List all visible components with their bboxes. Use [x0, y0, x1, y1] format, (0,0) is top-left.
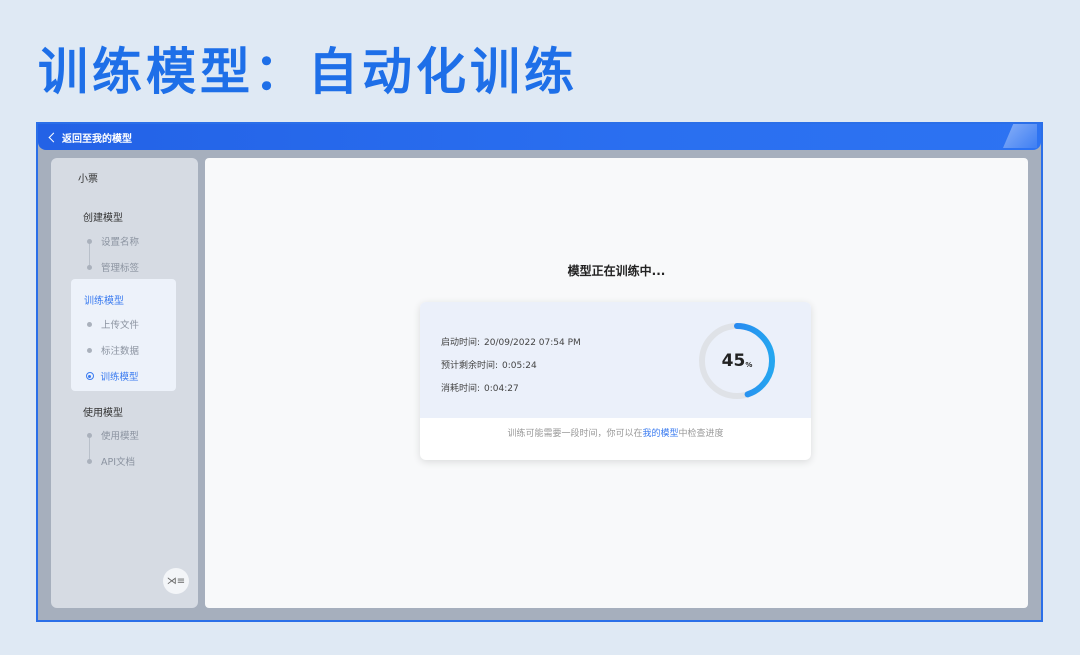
elapsed-value: 0:04:27 — [484, 384, 519, 394]
elapsed-label: 消耗时间: — [441, 384, 481, 394]
sidebar-item-label: 上传文件 — [101, 320, 140, 331]
sidebar-item-train-model[interactable]: 训练模型 — [85, 369, 139, 383]
sidebar-item-label: 训练模型 — [100, 372, 139, 383]
top-bar: 返回至我的模型 — [38, 124, 1041, 150]
elapsed-row: 消耗时间: 0:04:27 — [441, 381, 519, 394]
training-status-title: 模型正在训练中... — [567, 264, 666, 278]
step-dot-icon — [87, 347, 92, 353]
sidebar-group-train-model[interactable]: 训练模型 — [84, 292, 124, 307]
eta-row: 预计剩余时间: 0:05:24 — [441, 358, 537, 371]
sidebar-item-annotate-data[interactable]: 标注数据 — [87, 343, 139, 357]
sidebar-item-label: API文档 — [101, 457, 136, 468]
app-window: 返回至我的模型 小票 创建模型 设置名称 管理标签 训练模型 上传文件 标注数据 — [36, 122, 1043, 622]
back-label: 返回至我的模型 — [62, 133, 132, 145]
sidebar-item-label: 设置名称 — [101, 237, 140, 248]
start-time-label: 启动时间: — [441, 338, 481, 348]
note-text-after: 中检查进度 — [678, 429, 724, 439]
eta-label: 预计剩余时间: — [441, 361, 499, 371]
decorative-corner-shape — [1003, 124, 1037, 148]
sidebar-group-create-model[interactable]: 创建模型 — [83, 209, 123, 224]
step-dot-icon — [87, 238, 92, 244]
sidebar-active-section: 训练模型 上传文件 标注数据 训练模型 — [71, 279, 176, 391]
note-text-before: 训练可能需要一段时间，你可以在 — [507, 429, 643, 439]
back-to-my-models-link[interactable]: 返回至我的模型 — [48, 130, 132, 145]
sidebar-item-label: 管理标签 — [101, 263, 140, 274]
current-step-radio-icon — [85, 372, 94, 380]
main-content: 模型正在训练中... 启动时间: 20/09/2022 07:54 PM 预计剩余… — [205, 158, 1028, 608]
sidebar-item-upload-files[interactable]: 上传文件 — [87, 317, 139, 331]
sidebar-group-use-model[interactable]: 使用模型 — [83, 404, 123, 419]
sidebar-item-api-docs[interactable]: API文档 — [87, 454, 135, 468]
eta-value: 0:05:24 — [502, 361, 537, 371]
training-progress-card: 启动时间: 20/09/2022 07:54 PM 预计剩余时间: 0:05:24 … — [420, 302, 811, 460]
start-time-row: 启动时间: 20/09/2022 07:54 PM — [441, 335, 581, 348]
page-title: 训练模型：自动化训练 — [38, 43, 578, 101]
sidebar: 小票 创建模型 设置名称 管理标签 训练模型 上传文件 标注数据 训练模型 使用… — [51, 158, 198, 608]
sidebar-item-manage-labels[interactable]: 管理标签 — [87, 260, 139, 274]
progress-percentage: 45% — [696, 320, 778, 402]
project-name: 小票 — [78, 174, 98, 185]
sidebar-item-set-name[interactable]: 设置名称 — [87, 234, 139, 248]
sidebar-item-label: 使用模型 — [101, 431, 140, 442]
step-dot-icon — [87, 432, 92, 438]
my-models-link[interactable]: 我的模型 — [642, 429, 678, 439]
chevron-left-icon — [48, 132, 59, 143]
training-note: 训练可能需要一段时间，你可以在我的模型中检查进度 — [420, 426, 811, 439]
progress-unit: % — [745, 360, 753, 369]
start-time-value: 20/09/2022 07:54 PM — [484, 338, 581, 348]
step-dot-icon — [87, 458, 92, 464]
progress-value: 45 — [721, 351, 746, 371]
sidebar-item-label: 标注数据 — [101, 346, 140, 357]
step-dot-icon — [87, 321, 92, 327]
sidebar-item-use-model[interactable]: 使用模型 — [87, 428, 139, 442]
collapse-sidebar-button[interactable]: ⋊≡ — [163, 568, 189, 594]
step-dot-icon — [87, 264, 92, 270]
collapse-sidebar-icon: ⋊≡ — [166, 575, 186, 587]
